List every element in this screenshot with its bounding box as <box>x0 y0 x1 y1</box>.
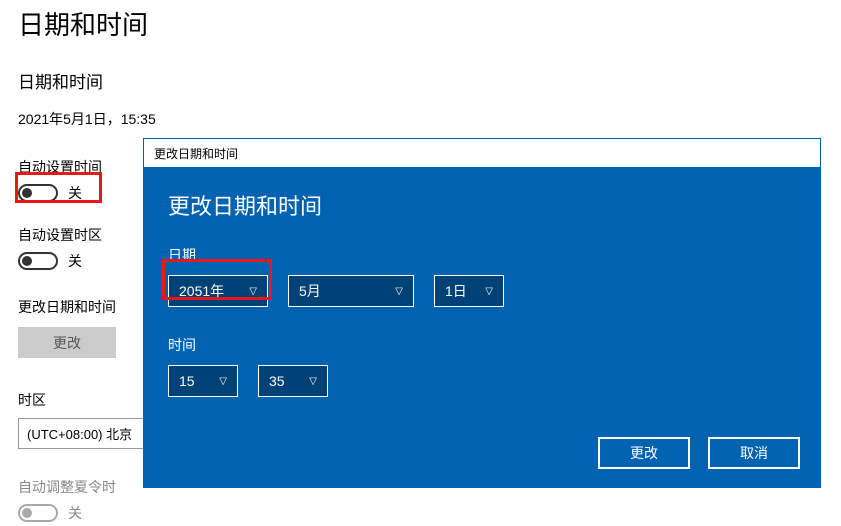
chevron-down-icon: ▽ <box>395 286 403 297</box>
dialog-change-button[interactable]: 更改 <box>598 437 690 469</box>
dialog-heading: 更改日期和时间 <box>168 189 796 221</box>
change-button[interactable]: 更改 <box>18 327 116 358</box>
day-dropdown[interactable]: 1日 ▽ <box>434 275 504 307</box>
dst-toggle <box>18 504 58 522</box>
minute-value: 35 <box>269 373 285 389</box>
change-datetime-dialog: 更改日期和时间 更改日期和时间 日期 2051年 ▽ 5月 ▽ 1日 ▽ 时间 … <box>143 138 821 488</box>
time-label: 时间 <box>168 335 796 355</box>
auto-time-toggle[interactable] <box>18 184 58 202</box>
year-dropdown[interactable]: 2051年 ▽ <box>168 275 268 307</box>
section-title: 日期和时间 <box>0 42 841 93</box>
auto-tz-toggle[interactable] <box>18 252 58 270</box>
hour-value: 15 <box>179 373 195 389</box>
month-dropdown[interactable]: 5月 ▽ <box>288 275 414 307</box>
current-datetime: 2021年5月1日，15:35 <box>0 93 841 129</box>
hour-dropdown[interactable]: 15 ▽ <box>168 365 238 397</box>
date-label: 日期 <box>168 245 796 265</box>
dialog-cancel-button[interactable]: 取消 <box>708 437 800 469</box>
chevron-down-icon: ▽ <box>485 286 493 297</box>
month-value: 5月 <box>299 281 321 301</box>
year-value: 2051年 <box>179 281 224 301</box>
dialog-titlebar: 更改日期和时间 <box>144 139 820 167</box>
chevron-down-icon: ▽ <box>309 376 317 387</box>
minute-dropdown[interactable]: 35 ▽ <box>258 365 328 397</box>
auto-tz-state: 关 <box>68 251 82 271</box>
timezone-dropdown[interactable]: (UTC+08:00) 北京 <box>18 418 148 449</box>
chevron-down-icon: ▽ <box>219 376 227 387</box>
page-title: 日期和时间 <box>0 0 841 42</box>
day-value: 1日 <box>445 281 467 301</box>
chevron-down-icon: ▽ <box>249 286 257 297</box>
auto-time-state: 关 <box>68 183 82 203</box>
dst-state: 关 <box>68 503 82 523</box>
